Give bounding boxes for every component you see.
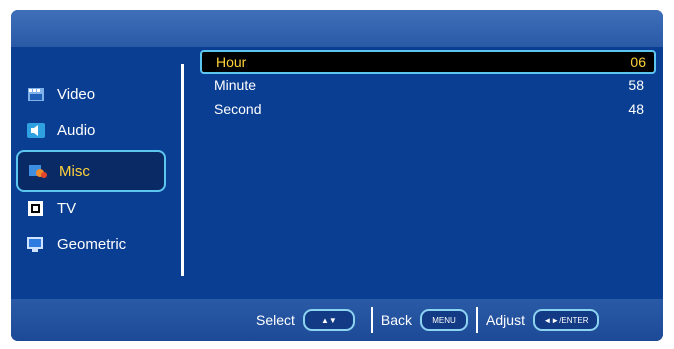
setting-label: Second xyxy=(214,101,262,117)
osd-panel: Video Audio Misc TV Geometric Hour 06 Mi… xyxy=(11,10,663,341)
setting-label: Minute xyxy=(214,77,257,93)
sidebar-item-video[interactable]: Video xyxy=(16,78,166,110)
sidebar-item-geometric[interactable]: Geometric xyxy=(16,228,166,260)
geometric-icon xyxy=(27,236,45,253)
menu-divider xyxy=(181,64,184,276)
back-hint-label: Back xyxy=(380,312,413,328)
footer-hints: Select ▲▼ Back MENU Adjust ◄►/ENTER xyxy=(11,299,663,341)
menu-key-button[interactable]: MENU xyxy=(420,309,469,331)
setting-value: 48 xyxy=(628,101,644,117)
sidebar-item-label: Audio xyxy=(57,121,96,139)
audio-icon xyxy=(27,122,45,139)
sidebar-item-label: Geometric xyxy=(57,235,127,253)
sidebar-item-misc[interactable]: Misc xyxy=(16,150,166,192)
sidebar-item-label: Video xyxy=(57,85,96,103)
select-key-button[interactable]: ▲▼ xyxy=(302,309,355,331)
sidebar-item-label: TV xyxy=(57,199,77,217)
setting-value: 58 xyxy=(628,77,644,93)
sidebar-item-label: Misc xyxy=(59,162,90,180)
setting-row-minute[interactable]: Minute 58 xyxy=(200,74,652,96)
misc-icon xyxy=(29,163,47,180)
video-icon xyxy=(27,86,45,103)
sidebar-item-tv[interactable]: TV xyxy=(16,192,166,224)
sidebar-item-audio[interactable]: Audio xyxy=(16,114,166,146)
footer-divider xyxy=(370,307,373,333)
title-bar xyxy=(11,10,663,47)
setting-value: 06 xyxy=(630,54,646,70)
adjust-hint-label: Adjust xyxy=(486,312,525,328)
setting-label: Hour xyxy=(216,54,247,70)
setting-row-hour[interactable]: Hour 06 xyxy=(200,50,656,74)
enter-key-button[interactable]: ◄►/ENTER xyxy=(532,309,599,331)
tv-icon xyxy=(27,200,45,217)
footer-divider xyxy=(476,307,479,333)
select-hint-label: Select xyxy=(256,312,295,328)
setting-row-second[interactable]: Second 48 xyxy=(200,98,652,120)
